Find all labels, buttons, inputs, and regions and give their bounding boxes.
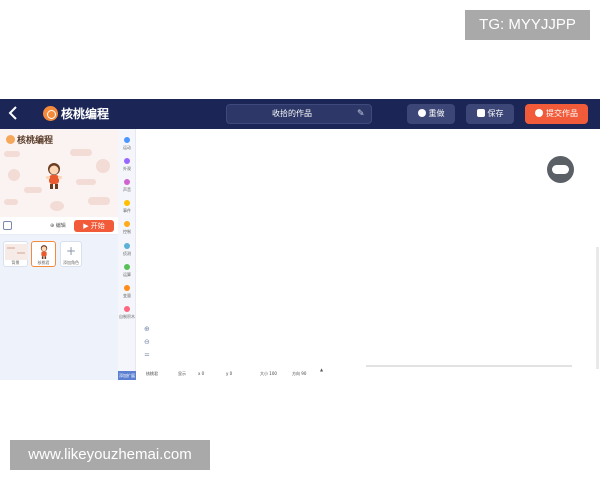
save-button[interactable]: 保存 bbox=[466, 104, 514, 124]
category-my-blocks[interactable]: 自制积木 bbox=[118, 306, 136, 326]
reset-label: 重做 bbox=[428, 109, 445, 118]
sprite-label: 背景 bbox=[11, 260, 20, 265]
plus-icon: + bbox=[65, 244, 77, 258]
pencil-icon[interactable]: ✎ bbox=[357, 109, 367, 119]
category-label: 运动 bbox=[123, 145, 131, 150]
edit-stage-link[interactable]: ⊕ 编辑 bbox=[50, 222, 66, 230]
y-position-field[interactable]: y 0 bbox=[226, 369, 232, 378]
back-button[interactable] bbox=[8, 105, 22, 123]
x-position-field[interactable]: x 0 bbox=[198, 369, 204, 378]
stage-logo: 核桃编程 bbox=[6, 135, 53, 147]
size-field[interactable]: 大小 100 bbox=[260, 369, 277, 378]
category-dot bbox=[124, 306, 130, 312]
stage-decoration bbox=[24, 187, 42, 193]
add-sprite-button[interactable]: + 添加角色 bbox=[60, 241, 82, 267]
category-label: 事件 bbox=[123, 208, 131, 213]
zoom-in-icon[interactable]: ⊕ bbox=[144, 325, 152, 333]
app-logo-text: 核桃编程 bbox=[61, 107, 110, 121]
category-dot bbox=[124, 137, 130, 143]
stage-decoration bbox=[4, 151, 20, 157]
category-dot bbox=[124, 243, 130, 249]
stage-decoration bbox=[70, 149, 92, 156]
walnut-icon bbox=[6, 135, 15, 144]
direction-field[interactable]: 方向 90 bbox=[292, 369, 306, 378]
vertical-scrollbar[interactable] bbox=[596, 247, 599, 369]
category-label: 自制积木 bbox=[119, 314, 135, 319]
background-thumbnail bbox=[5, 244, 28, 260]
category-dot bbox=[124, 221, 130, 227]
stage-decoration bbox=[96, 159, 110, 173]
category-sensing[interactable]: 侦测 bbox=[118, 243, 136, 263]
category-label: 侦测 bbox=[123, 251, 131, 256]
stage-decoration bbox=[4, 199, 18, 205]
top-bar: 核桃编程 收拾的作品 ✎ 重做 保存 提交作品 bbox=[0, 99, 600, 129]
reset-button[interactable]: 重做 bbox=[407, 104, 455, 124]
walnut-character-sprite[interactable] bbox=[44, 161, 64, 191]
block-categories: 运动 外观 声音 事件 控制 侦测 运算 变量 自制积木 添加扩展 bbox=[118, 129, 136, 380]
category-control[interactable]: 控制 bbox=[118, 221, 136, 241]
category-dot bbox=[124, 179, 130, 185]
sprite-card-background[interactable]: 背景 bbox=[3, 241, 28, 267]
category-label: 控制 bbox=[123, 229, 131, 234]
category-motion[interactable]: 运动 bbox=[118, 137, 136, 157]
category-events[interactable]: 事件 bbox=[118, 200, 136, 220]
category-label: 外观 bbox=[123, 166, 131, 171]
watermark-bottom: www.likeyouzhemai.com bbox=[10, 440, 210, 470]
start-button[interactable]: ▶ 开始 bbox=[74, 220, 114, 232]
project-title-field[interactable]: 收拾的作品 ✎ bbox=[226, 104, 372, 124]
chevron-left-icon bbox=[8, 106, 17, 120]
category-operators[interactable]: 运算 bbox=[118, 264, 136, 284]
category-dot bbox=[124, 285, 130, 291]
horizontal-scrollbar[interactable] bbox=[366, 365, 572, 367]
zoom-out-icon[interactable]: ⊖ bbox=[144, 338, 152, 346]
sprite-card-walnut[interactable]: 核桃君 bbox=[31, 241, 56, 267]
stage-controls: ⊕ 编辑 ▶ 开始 bbox=[0, 217, 118, 235]
add-extension-button[interactable]: 添加扩展 bbox=[118, 371, 136, 380]
zoom-reset-icon[interactable]: = bbox=[144, 351, 152, 359]
category-label: 变量 bbox=[123, 293, 131, 298]
category-looks[interactable]: 外观 bbox=[118, 158, 136, 178]
sprite-label: 核桃君 bbox=[37, 260, 50, 265]
stage-decoration bbox=[50, 201, 64, 211]
upload-icon bbox=[535, 109, 543, 117]
stage-decoration bbox=[8, 169, 20, 181]
stage-logo-text: 核桃编程 bbox=[17, 136, 54, 146]
stage-canvas[interactable]: 核桃编程 bbox=[0, 129, 118, 217]
watermark-top: TG: MYYJJPP bbox=[465, 10, 590, 40]
submit-label: 提交作品 bbox=[546, 109, 578, 118]
fullscreen-icon[interactable] bbox=[3, 221, 12, 230]
stage-decoration bbox=[76, 179, 96, 185]
visibility-toggle[interactable]: 显示 bbox=[178, 369, 186, 378]
submit-button[interactable]: 提交作品 bbox=[525, 104, 588, 124]
sprite-name-field[interactable]: 核桃君 bbox=[146, 369, 158, 378]
stage-decoration bbox=[88, 197, 110, 205]
code-workspace[interactable]: ⊕ ⊖ = bbox=[136, 129, 600, 380]
walnut-character-thumbnail bbox=[40, 245, 48, 259]
gamepad-button[interactable] bbox=[547, 156, 574, 183]
category-label: 声音 bbox=[123, 187, 131, 192]
category-sound[interactable]: 声音 bbox=[118, 179, 136, 199]
sprite-info-bar: 核桃君 显示 x 0 y 0 大小 100 方向 90 bbox=[138, 369, 600, 378]
page: TG: MYYJJPP 核桃编程 收拾的作品 ✎ 重做 保存 提交作品 核桃编程… bbox=[0, 0, 600, 480]
expand-caret-icon[interactable]: ▲ bbox=[320, 367, 323, 372]
editor-app: 核桃编程 收拾的作品 ✎ 重做 保存 提交作品 核桃编程 ⊕ 编辑 ▶ 开始 背… bbox=[0, 99, 600, 380]
sprite-panel: 背景 核桃君 + 添加角色 bbox=[0, 235, 118, 380]
category-label: 运算 bbox=[123, 272, 131, 277]
gamepad-icon bbox=[552, 165, 569, 174]
reset-icon bbox=[417, 109, 426, 117]
save-icon bbox=[476, 109, 485, 117]
save-label: 保存 bbox=[487, 109, 504, 118]
edit-stage-label: 编辑 bbox=[55, 223, 66, 229]
category-variables[interactable]: 变量 bbox=[118, 285, 136, 305]
walnut-logo-icon bbox=[43, 106, 58, 121]
category-dot bbox=[124, 264, 130, 270]
category-dot bbox=[124, 158, 130, 164]
category-dot bbox=[124, 200, 130, 206]
project-title: 收拾的作品 bbox=[272, 109, 312, 118]
add-sprite-label: 添加角色 bbox=[63, 260, 79, 265]
